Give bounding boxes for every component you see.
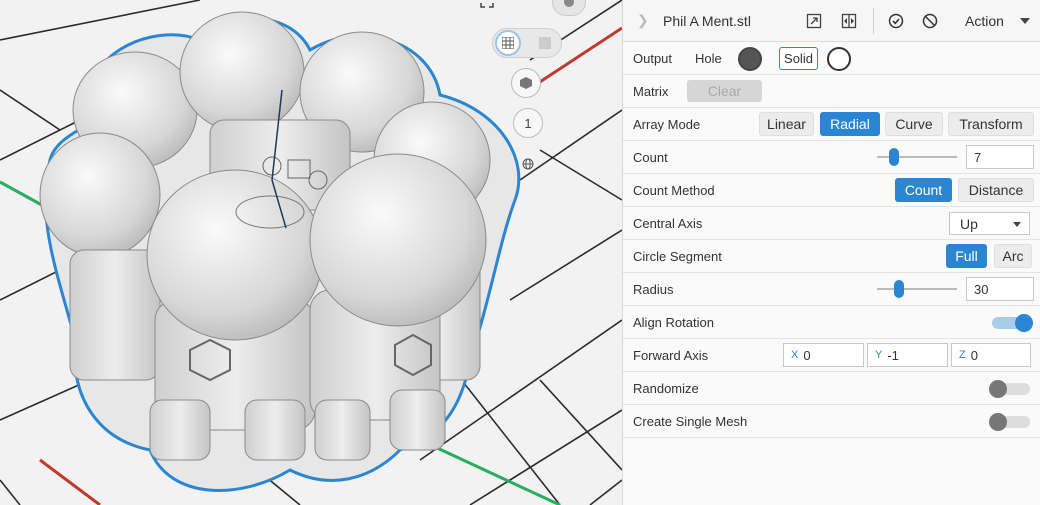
central-axis-select[interactable]: Up	[949, 212, 1030, 235]
matrix-label: Matrix	[633, 84, 669, 99]
create-single-mesh-row: Create Single Mesh	[623, 405, 1040, 438]
array-mode-linear-button[interactable]: Linear	[759, 112, 814, 136]
output-label: Output	[633, 51, 673, 66]
radius-slider-track[interactable]	[877, 288, 957, 290]
solid-button[interactable]: Solid	[779, 47, 818, 70]
clear-matrix-button[interactable]: Clear	[687, 80, 762, 102]
count-label: Count	[633, 150, 668, 165]
properties-panel: ❯ Phil A Ment.stl Action Output Hole Sol…	[622, 0, 1040, 505]
solid-square-icon[interactable]	[539, 37, 551, 49]
create-single-mesh-label: Create Single Mesh	[633, 414, 748, 429]
chevron-down-icon[interactable]	[1020, 18, 1030, 24]
globe-icon[interactable]	[520, 156, 536, 172]
check-circle-icon[interactable]	[887, 12, 905, 30]
count-method-count-button[interactable]: Count	[895, 178, 952, 202]
central-axis-value: Up	[960, 215, 978, 232]
matrix-row: Matrix Clear	[623, 75, 1040, 108]
align-rotation-row: Align Rotation	[623, 306, 1040, 339]
x-axis-line	[39, 458, 101, 505]
cancel-circle-icon[interactable]	[921, 12, 939, 30]
count-method-row: Count Method Count Distance	[623, 174, 1040, 207]
align-rotation-toggle-knob[interactable]	[1015, 314, 1033, 332]
count-slider-handle[interactable]	[889, 148, 899, 166]
count-method-label: Count Method	[633, 183, 715, 198]
solid-swatch[interactable]	[827, 47, 851, 71]
z-axis-letter: Z	[959, 349, 966, 361]
central-axis-label: Central Axis	[633, 216, 703, 231]
circle-segment-label: Circle Segment	[633, 249, 722, 264]
radius-input[interactable]: 30	[966, 277, 1034, 301]
forward-axis-x-input[interactable]: X 0	[783, 343, 864, 367]
randomize-label: Randomize	[633, 381, 699, 396]
circle-segment-row: Circle Segment Full Arc	[623, 240, 1040, 273]
y-axis-line-near	[419, 438, 561, 505]
array-mode-label: Array Mode	[633, 117, 701, 132]
hole-swatch[interactable]	[738, 47, 762, 71]
view-number-label: 1	[524, 115, 532, 131]
material-cube-icon[interactable]	[511, 68, 541, 98]
object-title: Phil A Ment.stl	[663, 13, 751, 29]
forward-axis-y-value: -1	[887, 347, 899, 363]
array-mode-radial-button[interactable]: Radial	[820, 112, 880, 136]
grid-icon[interactable]	[495, 30, 521, 56]
create-single-mesh-toggle-knob[interactable]	[989, 413, 1007, 431]
output-row: Output Hole Solid	[623, 42, 1040, 75]
count-input[interactable]: 7	[966, 145, 1034, 169]
3d-viewport[interactable]: 1	[0, 0, 622, 505]
count-row: Count 7	[623, 141, 1040, 174]
header-divider	[873, 8, 874, 34]
view-number-button[interactable]: 1	[513, 108, 543, 138]
randomize-row: Randomize	[623, 372, 1040, 405]
forward-axis-label: Forward Axis	[633, 348, 709, 363]
action-menu[interactable]: Action	[965, 13, 1004, 29]
array-mode-curve-button[interactable]: Curve	[885, 112, 943, 136]
array-mode-transform-button[interactable]: Transform	[948, 112, 1034, 136]
chevron-right-icon[interactable]: ❯	[637, 12, 649, 29]
radius-label: Radius	[633, 282, 674, 297]
align-rotation-label: Align Rotation	[633, 315, 714, 330]
astronaut-array-model	[39, 11, 521, 492]
panel-header: ❯ Phil A Ment.stl Action	[623, 0, 1040, 42]
mirror-icon[interactable]	[840, 12, 858, 30]
circle-segment-full-button[interactable]: Full	[946, 244, 987, 268]
array-mode-row: Array Mode Linear Radial Curve Transform	[623, 108, 1040, 141]
x-axis-letter: X	[791, 349, 799, 361]
randomize-toggle-knob[interactable]	[989, 380, 1007, 398]
central-axis-row: Central Axis Up	[623, 207, 1040, 240]
y-axis-letter: Y	[875, 349, 883, 361]
hole-label: Hole	[695, 51, 722, 66]
forward-axis-x-value: 0	[803, 347, 811, 363]
forward-axis-y-input[interactable]: Y -1	[867, 343, 948, 367]
radius-row: Radius 30	[623, 273, 1040, 306]
forward-axis-z-value: 0	[970, 347, 978, 363]
grid-toggle-pill[interactable]	[492, 28, 562, 58]
fit-view-icon[interactable]	[476, 0, 498, 10]
chevron-down-icon	[1013, 222, 1021, 227]
external-window-icon[interactable]	[805, 12, 823, 30]
circle-segment-arc-button[interactable]: Arc	[994, 244, 1032, 268]
forward-axis-row: Forward Axis X 0 Y -1 Z 0	[623, 339, 1040, 372]
forward-axis-z-input[interactable]: Z 0	[951, 343, 1031, 367]
radius-slider-handle[interactable]	[894, 280, 904, 298]
count-method-distance-button[interactable]: Distance	[958, 178, 1034, 202]
